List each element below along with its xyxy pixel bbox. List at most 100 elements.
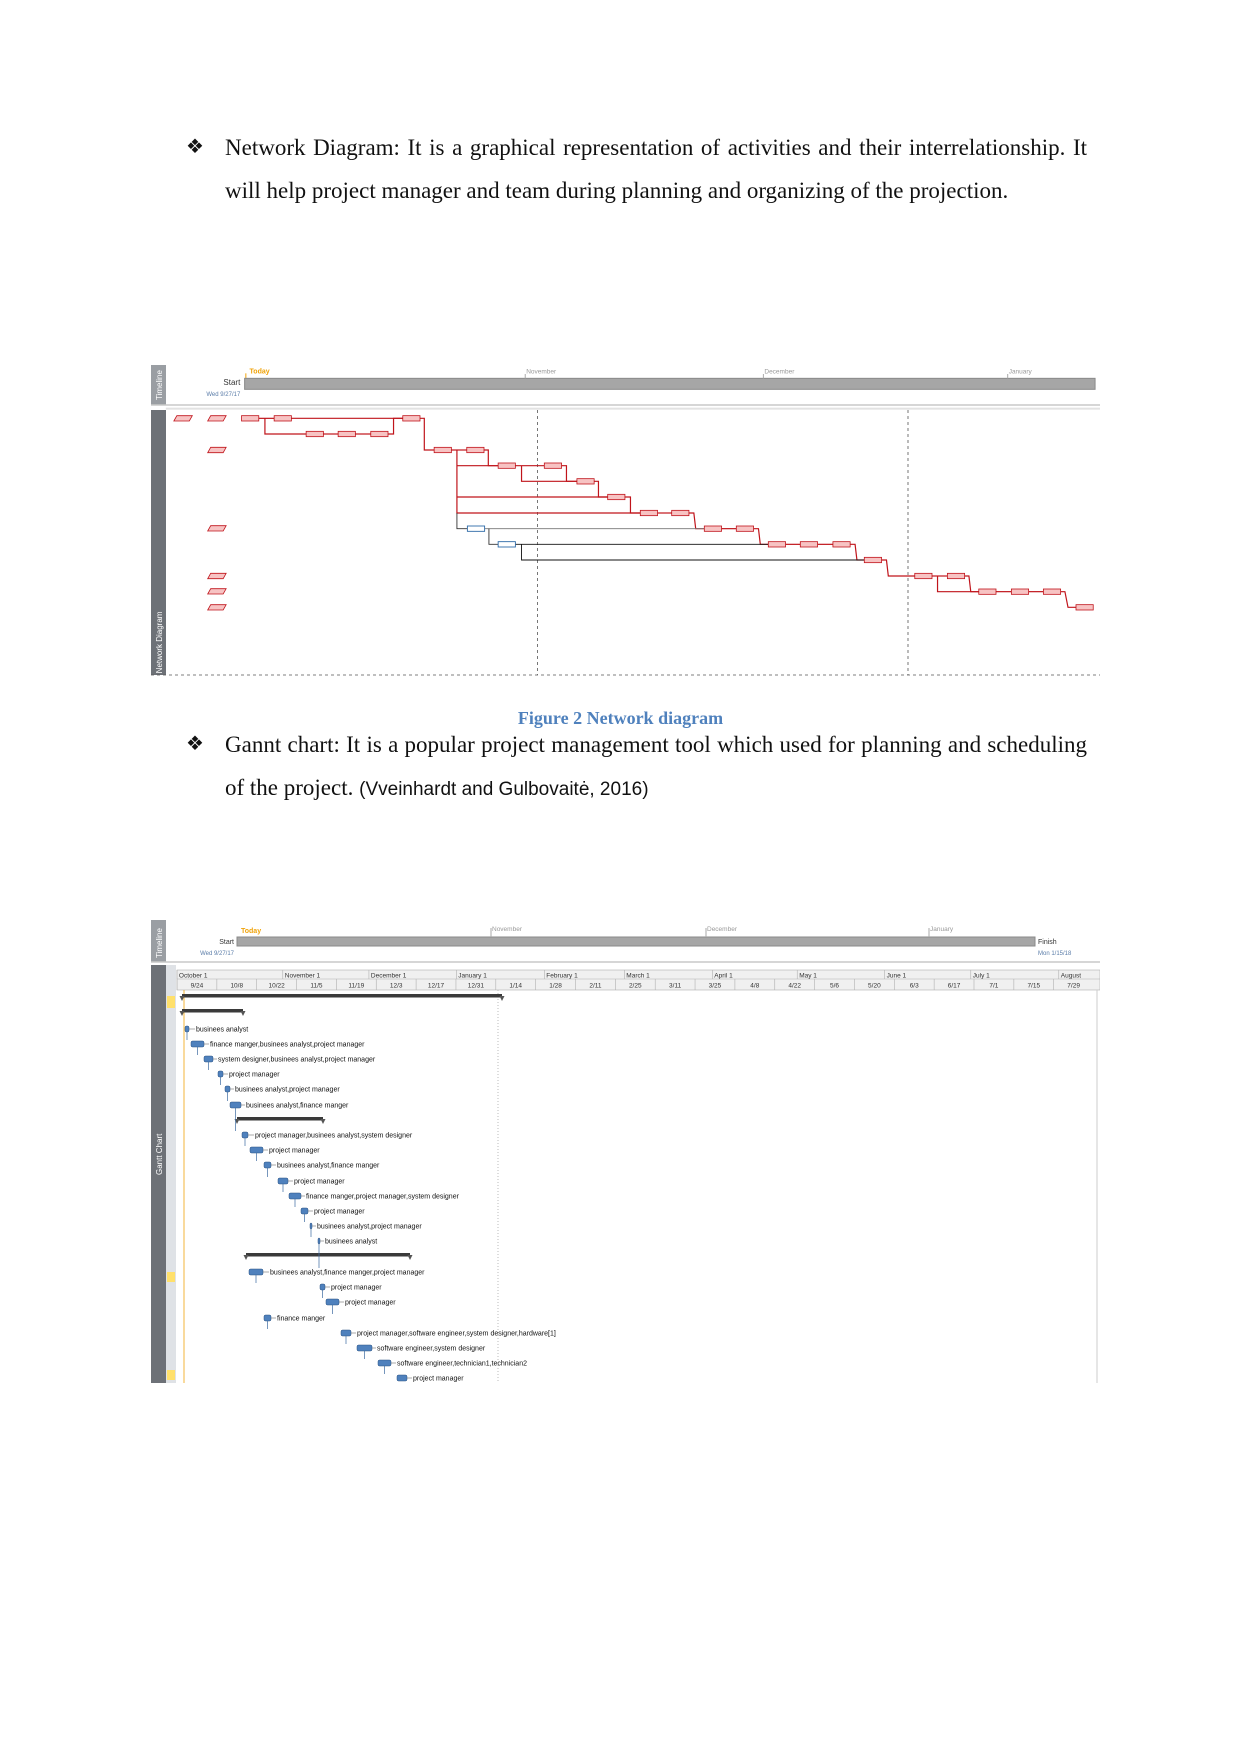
dependency-link-critical [561, 465, 577, 482]
task-node [946, 572, 966, 580]
timescale-week: 10/22 [268, 983, 285, 990]
timeline-month: November [492, 926, 523, 933]
timeline-bar [236, 936, 1036, 947]
start-date: Wed 9/27/17 [200, 951, 235, 957]
task-bar [300, 1207, 309, 1215]
task-resource-label: software engineer,technician1,technician… [397, 1361, 527, 1368]
timescale-week: 12/17 [428, 983, 445, 990]
timescale-week: 5/6 [830, 983, 839, 990]
task-resource-label: businees analyst,project manager [317, 1224, 422, 1231]
summary-node [207, 604, 227, 611]
task-resource-label: businees analyst [325, 1239, 377, 1246]
start-label: Start [219, 939, 234, 946]
task-bar [288, 1192, 302, 1200]
gantt-chart-figure: Timeline Today Start Wed 9/27/17 Finish Mon 1… [151, 920, 1100, 1383]
timescale-week: 11/5 [310, 983, 323, 990]
task-node [1042, 588, 1062, 595]
task-resource-label: businees analyst,project manager [235, 1087, 340, 1094]
timescale-month: July 1 [973, 973, 990, 980]
row-indicator [167, 1370, 175, 1380]
task-node [639, 509, 658, 517]
task-node [703, 525, 722, 532]
timescale-month: October 1 [179, 973, 208, 980]
summary-bar [182, 994, 502, 998]
task-node [671, 509, 690, 517]
timescale-month: June 1 [887, 973, 907, 980]
network-diagram-paragraph: Network Diagram: It is a graphical repre… [225, 135, 1087, 203]
timeline-month: January [1009, 368, 1033, 375]
task-node [576, 478, 595, 485]
row-indicator [167, 1272, 175, 1282]
timeline-month: November [526, 368, 557, 375]
task-bar [248, 1268, 264, 1276]
task-resource-label: businees analyst,finance manger [246, 1103, 349, 1110]
summary-node [207, 525, 227, 532]
timescale-week: 2/11 [589, 983, 602, 990]
task-bar [184, 1025, 190, 1033]
task-resource-label: software engineer,system designer [377, 1346, 486, 1353]
task-resource-label: businees analyst,finance manger [277, 1163, 380, 1170]
task-bar [224, 1085, 231, 1093]
task-node [497, 462, 516, 469]
timescale-week: 5/20 [868, 983, 881, 990]
dependency-link-critical [388, 417, 403, 435]
task-node [433, 446, 452, 454]
timescale-week: 1/14 [509, 983, 522, 990]
start-label: Start [223, 378, 241, 387]
timescale-week: 3/11 [669, 983, 682, 990]
task-bar [377, 1359, 392, 1367]
timescale-month: May 1 [799, 973, 817, 980]
dependency-link [456, 513, 468, 530]
task-bar [317, 1237, 321, 1245]
timescale-month: March 1 [626, 973, 650, 980]
dependency-link-critical [753, 528, 769, 545]
citation: (Vveinhardt and Gulbovaitė, 2016) [359, 779, 649, 800]
task-node [863, 556, 882, 564]
summary-bar-end [499, 996, 505, 1001]
task-resource-label: project manager [331, 1285, 382, 1292]
today-label: Today [250, 368, 270, 375]
start-date: Wed 9/27/17 [206, 392, 241, 398]
bullet-icon: ❖ [186, 136, 204, 158]
timescale-month: January 1 [458, 973, 487, 980]
timescale-week: 3/25 [709, 983, 722, 990]
finish-date: Mon 1/15/18 [1038, 951, 1072, 957]
task-node [370, 430, 389, 438]
timeline-month: January [930, 926, 954, 933]
summary-bar [237, 1117, 323, 1121]
task-resource-label: project manager [229, 1072, 280, 1079]
task-bar [217, 1070, 224, 1078]
task-resource-label: system designer,businees analyst,project… [218, 1057, 376, 1064]
task-resource-label: finance manger [277, 1316, 326, 1323]
summary-bar-end [240, 1011, 246, 1016]
task-bar [263, 1161, 272, 1169]
task-resource-label: finance manger,businees analyst,project … [210, 1042, 365, 1049]
summary-bar [246, 1253, 410, 1257]
timescale-week: 12/31 [468, 983, 485, 990]
task-bar [263, 1314, 272, 1322]
dependency-link-critical [850, 543, 865, 561]
finish-label: Finish [1038, 939, 1057, 946]
task-bar [309, 1222, 313, 1230]
dependency-link-critical [881, 559, 915, 577]
task-resource-label: project manager [413, 1376, 464, 1383]
task-node [241, 415, 260, 422]
timescale-month: November 1 [285, 973, 321, 980]
dependency-link-critical [624, 496, 641, 514]
task-node [735, 525, 754, 532]
timeline-bar [244, 377, 1096, 390]
task-resource-label: finance manger,project manager,system de… [306, 1194, 460, 1201]
gantt-chart-paragraph: Gannt chart: It is a popular project man… [225, 723, 1087, 811]
timescale-week: 12/3 [390, 983, 403, 990]
timescale-week: 6/17 [948, 983, 961, 990]
task-node [1075, 604, 1094, 611]
view-side-label: Gantt Chart [155, 1133, 164, 1175]
task-bar [190, 1040, 205, 1048]
summary-node [207, 588, 227, 595]
timeline-month: December [707, 926, 738, 933]
summary-bar-end [320, 1119, 326, 1124]
summary-node [207, 415, 227, 422]
task-node [543, 462, 562, 469]
timescale-week: 1/28 [549, 983, 562, 990]
dependency-link-critical [688, 512, 705, 530]
